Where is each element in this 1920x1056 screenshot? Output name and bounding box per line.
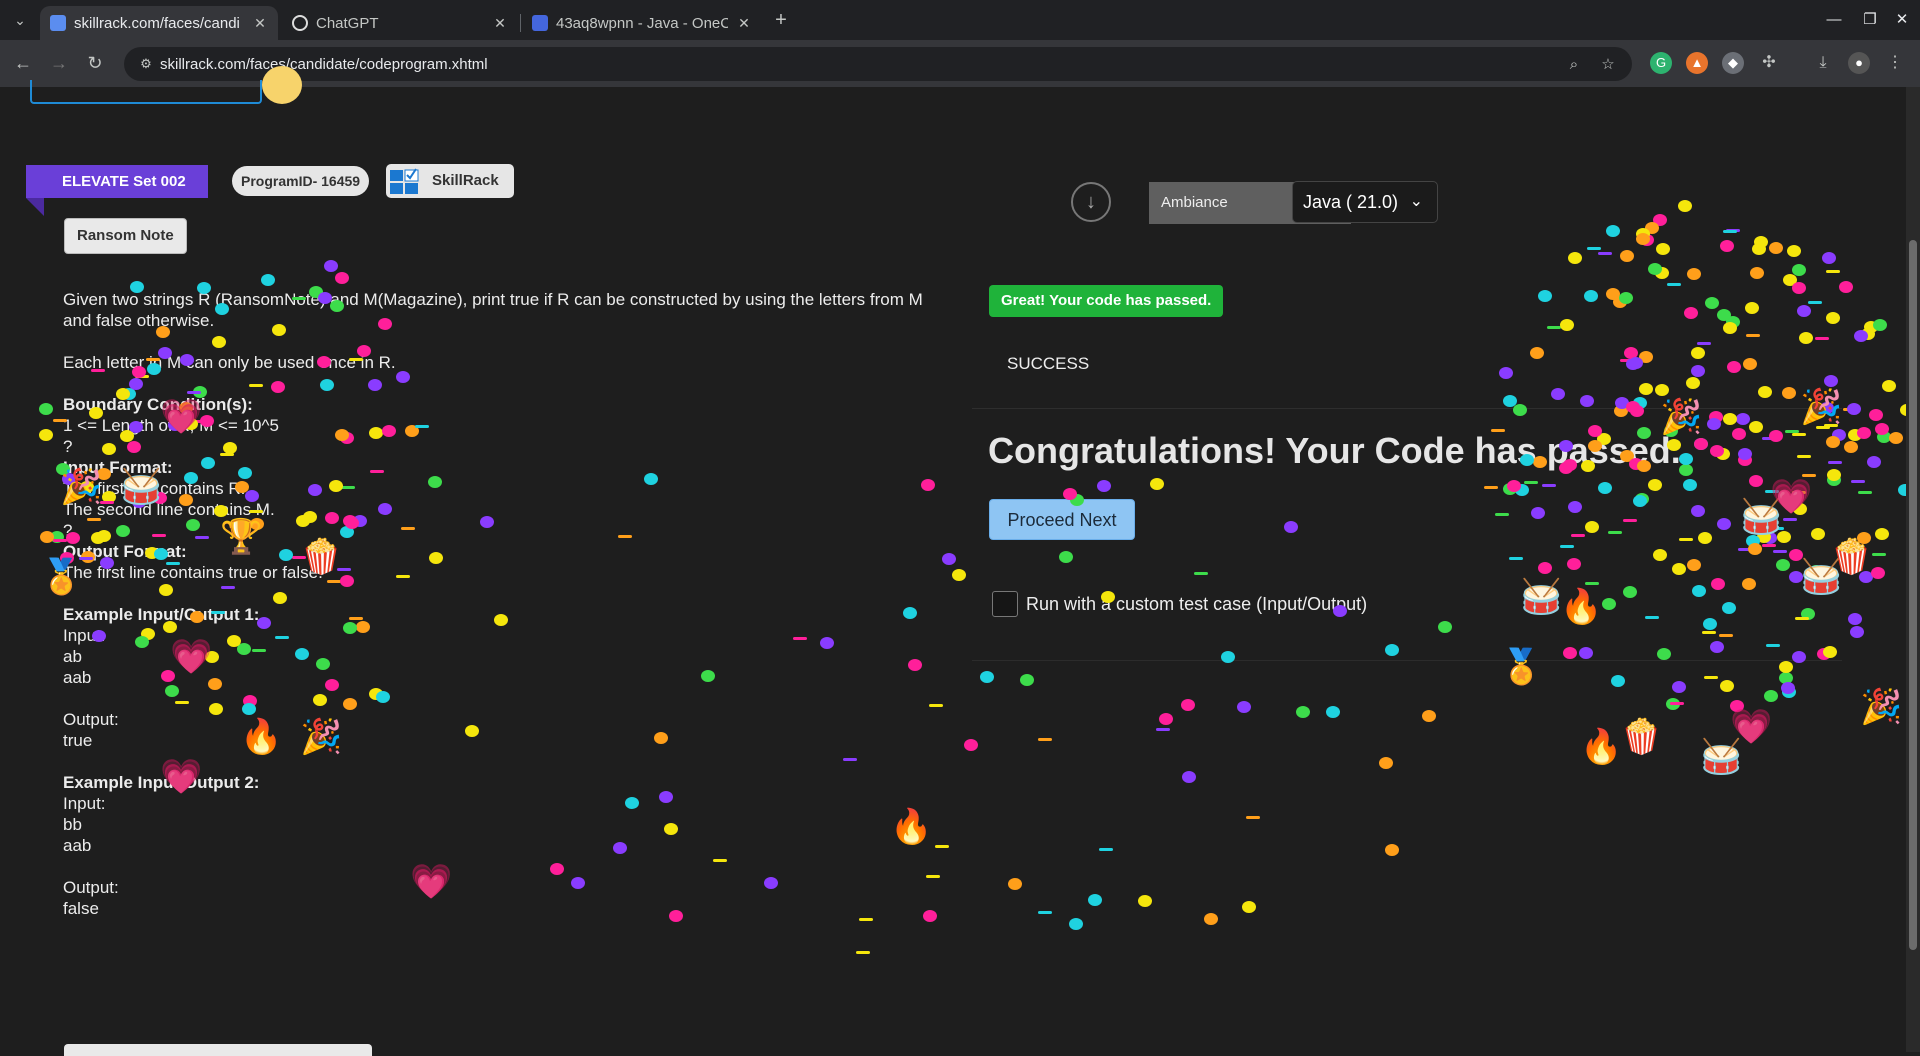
result-divider xyxy=(972,408,1842,409)
address-bar[interactable]: ⚙ skillrack.com/faces/candidate/codeprog… xyxy=(124,47,1632,81)
reload-icon[interactable]: ↻ xyxy=(82,50,108,76)
problem-statement: Given two strings R (RansomNote) and M(M… xyxy=(63,289,923,919)
browser-tab-chatgpt[interactable]: ChatGPT ✕ xyxy=(282,6,518,40)
skillrack-badge[interactable]: SkillRack xyxy=(386,164,514,198)
program-id-badge: ProgramID- 16459 xyxy=(232,166,370,196)
close-window-icon[interactable]: ✕ xyxy=(1884,8,1920,32)
bookmark-star-icon[interactable]: ☆ xyxy=(1598,55,1618,75)
example1-input-line: ab xyxy=(63,647,82,666)
example2-input-line: bb xyxy=(63,815,82,834)
browser-menu-icon[interactable]: ⋮ xyxy=(1884,52,1906,74)
site-info-icon[interactable]: ⚙ xyxy=(138,56,154,72)
example2-output-value: false xyxy=(63,899,99,918)
tab-title: ChatGPT xyxy=(316,14,379,32)
set-ribbon: ELEVATE Set 002 xyxy=(26,165,208,198)
back-icon[interactable]: ← xyxy=(10,50,36,76)
restore-icon[interactable]: ❐ xyxy=(1852,8,1888,32)
grammarly-extension-icon[interactable]: G xyxy=(1650,52,1672,74)
language-value: Java ( 21.0) xyxy=(1303,192,1399,212)
tab-title: 43aq8wpnn - Java - OneC xyxy=(556,14,728,32)
minimize-icon[interactable]: — xyxy=(1816,8,1852,32)
tab-search-chevron-icon[interactable]: ⌄ xyxy=(6,8,34,32)
status-text: SUCCESS xyxy=(1007,354,1090,373)
scroll-down-arrow-icon[interactable]: ↓ xyxy=(1071,182,1111,222)
problem-title-button[interactable]: Ransom Note xyxy=(64,218,187,254)
shield-extension-icon[interactable]: ◆ xyxy=(1722,52,1744,74)
example2-input-line: aab xyxy=(63,836,92,855)
boundary-line: ? xyxy=(63,437,73,456)
example1-input-line: aab xyxy=(63,668,92,687)
onecompiler-favicon-icon xyxy=(532,15,548,31)
example1-input-label: Input: xyxy=(63,626,106,645)
example1-output-label: Output: xyxy=(63,710,119,729)
passed-badge: Great! Your code has passed. xyxy=(989,285,1224,317)
close-tab-icon[interactable]: ✕ xyxy=(492,15,508,32)
custom-test-option[interactable]: Run with a custom test case (Input/Outpu… xyxy=(992,591,1367,617)
browser-tab-skillrack[interactable]: skillrack.com/faces/candi ✕ xyxy=(40,6,278,40)
example1-heading: Example Input/Output 1: xyxy=(63,605,260,624)
proceed-next-button[interactable]: Proceed Next xyxy=(989,499,1135,540)
skillrack-logo-icon xyxy=(390,168,419,194)
profile-avatar[interactable]: ● xyxy=(1848,52,1870,74)
congratulations-heading: Congratulations! Your Code has passed. xyxy=(988,430,1681,471)
url-text[interactable]: skillrack.com/faces/candidate/codeprogra… xyxy=(160,56,488,73)
tab-divider xyxy=(520,14,521,32)
input-format-heading: Input Format: xyxy=(63,458,173,477)
extensions-puzzle-icon[interactable]: ✣ xyxy=(1758,52,1780,74)
close-tab-icon[interactable]: ✕ xyxy=(252,15,268,32)
example1-output-value: true xyxy=(63,731,93,750)
problem-rule: Each letter in M can only be used once i… xyxy=(63,353,396,372)
input-format-line: The second line contains M. xyxy=(63,500,275,519)
example2-input-label: Input: xyxy=(63,794,106,813)
chevron-down-icon: ⌄ xyxy=(1409,193,1423,210)
boundary-heading: Boundary Condition(s): xyxy=(63,395,253,414)
bottom-button-partial[interactable] xyxy=(64,1044,372,1056)
browser-tab-strip: ⌄ skillrack.com/faces/candi ✕ ChatGPT ✕ … xyxy=(0,0,1920,40)
browser-tab-onecompiler[interactable]: 43aq8wpnn - Java - OneC ✕ xyxy=(522,6,762,40)
ribbon-fold xyxy=(26,198,44,216)
output-format-line: The first line contains true or false. xyxy=(63,563,323,582)
skillrack-label: SkillRack xyxy=(432,172,499,189)
custom-test-checkbox[interactable] xyxy=(992,591,1018,617)
input-format-line: The first line contains R. xyxy=(63,479,246,498)
downloads-icon[interactable]: ⤓ xyxy=(1812,52,1834,74)
chatgpt-favicon-icon xyxy=(292,15,308,31)
output-format-heading: Output Format: xyxy=(63,542,187,561)
zoom-icon[interactable]: ⌕ xyxy=(1564,55,1584,75)
language-select[interactable]: Java ( 21.0) ⌄ xyxy=(1292,181,1438,223)
example2-output-label: Output: xyxy=(63,878,119,897)
boundary-line: 1 <= Length of R, M <= 10^5 xyxy=(63,416,279,435)
user-avatar[interactable] xyxy=(262,66,302,104)
extension-icon[interactable]: ▲ xyxy=(1686,52,1708,74)
input-format-line: ? xyxy=(63,521,73,540)
problem-description: Given two strings R (RansomNote) and M(M… xyxy=(63,290,923,330)
scrollbar-thumb[interactable] xyxy=(1909,240,1917,950)
tab-title: skillrack.com/faces/candi xyxy=(74,14,240,32)
top-field-partial[interactable] xyxy=(30,80,262,104)
example2-heading: Example Input/Output 2: xyxy=(63,773,260,792)
close-tab-icon[interactable]: ✕ xyxy=(736,15,752,32)
forward-icon[interactable]: → xyxy=(46,50,72,76)
skillrack-favicon-icon xyxy=(50,15,66,31)
custom-test-label: Run with a custom test case (Input/Outpu… xyxy=(1026,593,1368,614)
new-tab-icon[interactable]: + xyxy=(768,8,794,32)
